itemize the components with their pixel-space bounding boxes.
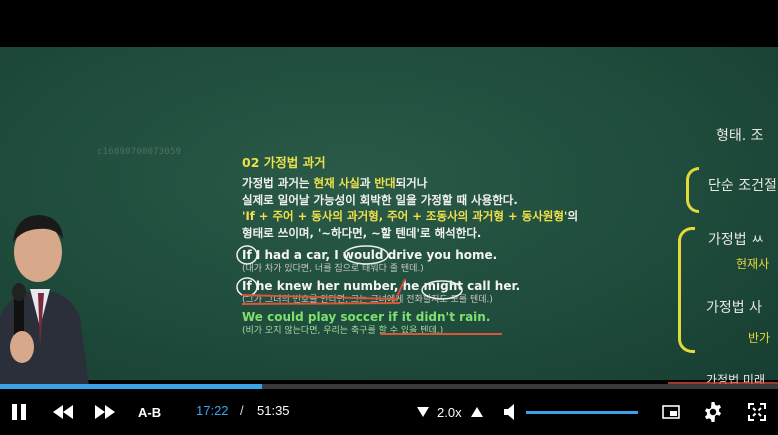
volume-icon <box>504 404 514 420</box>
picture-in-picture-icon <box>662 405 680 419</box>
time-separator: / <box>240 403 244 418</box>
chalk-circle-would <box>343 245 389 265</box>
fullscreen-icon <box>748 403 766 421</box>
lecture-text-segment: 의 <box>567 209 579 223</box>
duration: 51:35 <box>257 403 290 418</box>
lecture-description: 가정법 과거는 현재 사실과 반대되거나 실제로 일어날 가능성이 회박한 일을 … <box>242 175 642 241</box>
lecture-text-segment: 되거나 <box>395 176 428 190</box>
lecture-text-segment: 가정법 과거는 <box>242 176 314 190</box>
ab-repeat-button[interactable]: A-B <box>138 389 161 435</box>
board-note: 현재사 <box>736 257 770 271</box>
lecture-text-segment: 반대 <box>374 176 396 190</box>
board-note: 반가 <box>748 331 771 345</box>
rewind-icon <box>53 405 73 419</box>
chalk-bracket <box>686 167 699 213</box>
triangle-down-icon <box>417 407 429 417</box>
current-time: 17:22 <box>196 403 229 418</box>
video-frame-chalkboard[interactable]: c16890700073059 02 가정법 과거 가정법 과거는 현재 사실과… <box>0 47 778 432</box>
chalk-underline-1 <box>241 294 396 300</box>
settings-button[interactable] <box>700 389 726 435</box>
chalk-underline-2 <box>241 302 401 305</box>
chalk-circle-if-2 <box>236 277 258 297</box>
control-bar: A-B 17:22 / 51:35 2.0x <box>0 389 778 435</box>
chalk-slash <box>394 278 406 302</box>
triangle-up-icon <box>471 407 483 417</box>
lecture-line: 실제로 일어날 가능성이 회박한 일을 가정할 때 사용한다. <box>242 192 642 209</box>
gear-icon <box>705 402 721 422</box>
board-note: 가정법 ㅆ <box>708 232 764 248</box>
lecture-text-segment: 'If + 주어 + 동사의 과거형, 주어 + 조동사의 과거형 + 동사원형… <box>242 209 568 223</box>
fullscreen-button[interactable] <box>744 389 770 435</box>
video-player[interactable]: c16890700073059 02 가정법 과거 가정법 과거는 현재 사실과… <box>0 0 778 435</box>
lecture-line: 가정법 과거는 현재 사실과 반대되거나 <box>242 175 642 192</box>
lecture-title: 02 가정법 과거 <box>242 155 326 170</box>
chalk-circle-might <box>421 280 463 300</box>
playback-speed: 2.0x <box>437 404 462 420</box>
mute-button[interactable] <box>500 389 522 435</box>
pip-button[interactable] <box>658 389 684 435</box>
video-watermark: c16890700073059 <box>97 147 182 157</box>
chalk-annotations <box>236 245 502 335</box>
volume-slider[interactable] <box>526 411 638 414</box>
board-note: 형태. 조 <box>716 128 764 144</box>
lecture-text-segment: 현재 사실 <box>313 176 360 190</box>
forward-button[interactable] <box>92 389 118 435</box>
speed-up-button[interactable] <box>468 389 486 435</box>
board-note: 가정법 사 <box>706 300 762 316</box>
lecture-text-segment: 과 <box>359 176 375 190</box>
lecture-text-segment: 실제로 일어날 가능성이 회박한 일을 가정할 때 사용한다. <box>242 192 518 207</box>
rewind-button[interactable] <box>50 389 76 435</box>
pause-button[interactable] <box>6 389 32 435</box>
speed-down-button[interactable] <box>414 389 432 435</box>
chalk-bracket <box>678 227 695 353</box>
fast-forward-icon <box>95 405 115 419</box>
lecture-line: 'If + 주어 + 동사의 과거형, 주어 + 조동사의 과거형 + 동사원형… <box>242 208 642 225</box>
chalk-circle-if-1 <box>236 245 258 265</box>
board-handwriting: 형태. 조 단순 조건절 가정법 ㅆ 현재사 가정법 사 반가 가정법 미래 <box>660 117 778 417</box>
pause-icon <box>12 404 26 420</box>
board-note: 단순 조건절 <box>708 178 777 194</box>
